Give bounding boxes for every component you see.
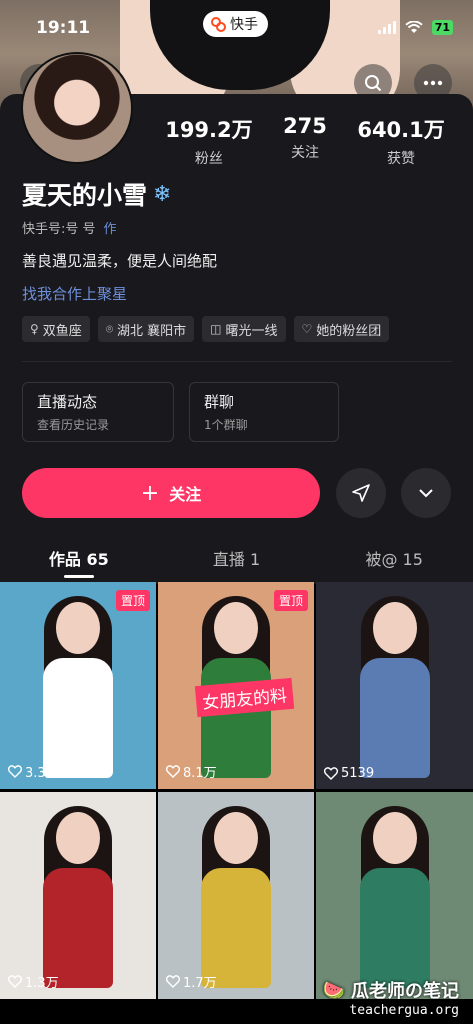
- thumbnail-image: [38, 596, 118, 789]
- heart-icon: [324, 767, 338, 780]
- divider: [22, 361, 452, 362]
- kuaishou-logo-icon: [211, 17, 226, 32]
- thumbnail-image: [196, 806, 276, 999]
- card-subtitle: 查看历史记录: [37, 418, 110, 432]
- like-count-text: 3.3万: [25, 766, 59, 781]
- stat-label: 获赞: [387, 151, 416, 167]
- video-thumbnail[interactable]: 置顶 女朋友的料 8.1万: [158, 582, 314, 789]
- like-count: 1.7万: [166, 972, 217, 991]
- stat-value: 275: [283, 114, 327, 138]
- share-button[interactable]: [336, 468, 386, 518]
- tag-label: 双鱼座: [42, 323, 82, 339]
- profile-bio: 善良遇见温柔，便是人间绝配: [22, 252, 218, 270]
- location-icon: ⌾: [105, 321, 114, 336]
- thumbnail-image: [355, 596, 435, 789]
- tab-live[interactable]: 直播 1: [158, 540, 316, 580]
- stat-following[interactable]: 275 关注: [283, 114, 327, 168]
- tag-label: 她的粉丝团: [316, 323, 382, 339]
- signal-icon: [377, 21, 396, 34]
- watermark-url: teachergua.org: [349, 1003, 459, 1018]
- profile-stats: 199.2万 粉丝 275 关注 640.1万 获赞: [150, 114, 460, 168]
- stat-label: 粉丝: [194, 151, 223, 167]
- expand-button[interactable]: [401, 468, 451, 518]
- video-thumbnail[interactable]: 1.3万: [0, 792, 156, 999]
- dawn-icon: ◫: [210, 322, 222, 336]
- snowflake-icon: ❄: [153, 181, 172, 207]
- heart-icon: [8, 975, 22, 988]
- watermark: 🍉 瓜老师の笔记 teachergua.org: [322, 977, 459, 1019]
- like-count-text: 8.1万: [183, 766, 217, 781]
- tag-zodiac[interactable]: ♀ 双鱼座: [22, 316, 90, 342]
- kuaishou-id: 快手号:号 号作: [22, 218, 117, 237]
- cooperation-link[interactable]: 找我合作上聚星: [22, 283, 127, 304]
- like-count-text: 1.3万: [25, 976, 59, 991]
- tag-fan-group[interactable]: ♡ 她的粉丝团: [293, 316, 390, 342]
- heart-icon: [8, 765, 22, 778]
- content-tabs: 作品 65 直播 1 被@ 15: [0, 540, 473, 580]
- tab-works[interactable]: 作品 65: [0, 540, 158, 580]
- video-thumbnail[interactable]: 置顶 3.3万: [0, 582, 156, 789]
- chevron-down-icon: [419, 489, 433, 498]
- avatar[interactable]: [21, 52, 133, 164]
- wifi-icon: [405, 21, 423, 33]
- like-count: 1.3万: [8, 972, 59, 991]
- like-count: 3.3万: [8, 762, 59, 781]
- video-thumbnail[interactable]: 1.7万: [158, 792, 314, 999]
- status-time: 19:11: [36, 18, 91, 38]
- like-count-text: 1.7万: [183, 976, 217, 991]
- video-thumbnail[interactable]: [316, 792, 473, 999]
- like-count: 8.1万: [166, 762, 217, 781]
- card-title: 直播动态: [37, 393, 98, 411]
- stat-likes[interactable]: 640.1万 获赞: [357, 114, 444, 168]
- like-count-text: 5139: [341, 766, 375, 781]
- video-grid: 置顶 3.3万 置顶 女朋友的料 8.1万 5139 1.3万 1.7万: [0, 582, 473, 999]
- battery-indicator: 71: [431, 20, 453, 35]
- follow-label: 关注: [169, 485, 202, 504]
- search-icon: [365, 75, 382, 92]
- thumbnail-image: [38, 806, 118, 999]
- tag-label: 湖北 襄阳市: [117, 323, 187, 339]
- stat-label: 关注: [290, 145, 319, 161]
- heart-icon: [166, 975, 180, 988]
- follow-button[interactable]: + 关注: [22, 468, 320, 518]
- more-dots-icon: [423, 80, 443, 86]
- app-name: 快手: [230, 17, 258, 33]
- live-history-card[interactable]: 直播动态 查看历史记录: [22, 382, 174, 442]
- profile-tags: ♀ 双鱼座 ⌾ 湖北 襄阳市 ◫ 曙光一线 ♡ 她的粉丝团: [22, 316, 390, 342]
- pinned-badge: 置顶: [273, 590, 308, 611]
- tag-dawn[interactable]: ◫ 曙光一线: [202, 316, 286, 342]
- stat-value: 640.1万: [357, 118, 445, 142]
- tab-mentions[interactable]: 被@ 15: [315, 540, 473, 580]
- like-count: 5139: [324, 766, 374, 781]
- plus-icon: +: [140, 480, 160, 506]
- app-indicator[interactable]: 快手: [203, 11, 268, 37]
- fan-group-icon: ♡: [301, 322, 313, 336]
- card-subtitle: 1个群聊: [204, 418, 248, 432]
- profile-name: 夏天的小雪 ❄: [22, 176, 171, 212]
- tag-label: 曙光一线: [225, 323, 278, 339]
- gender-icon: ♀: [30, 322, 39, 336]
- kuaishou-id-suffix[interactable]: 作: [104, 222, 117, 237]
- kuaishou-id-text: 快手号:号 号: [22, 222, 96, 237]
- stat-value: 199.2万: [165, 118, 253, 142]
- card-title: 群聊: [204, 393, 235, 411]
- watermark-title: 瓜老师の笔记: [351, 981, 459, 1002]
- profile-name-text: 夏天的小雪: [22, 181, 148, 210]
- video-thumbnail[interactable]: 5139: [316, 582, 473, 789]
- tag-location[interactable]: ⌾ 湖北 襄阳市: [97, 316, 195, 342]
- heart-icon: [166, 765, 180, 778]
- watermelon-icon: 🍉: [322, 979, 345, 1001]
- thumbnail-image: [355, 806, 435, 999]
- stat-fans[interactable]: 199.2万 粉丝: [165, 114, 252, 168]
- pinned-badge: 置顶: [115, 590, 150, 611]
- group-chat-card[interactable]: 群聊 1个群聊: [189, 382, 339, 442]
- send-icon: [352, 484, 370, 502]
- status-bar: 19:11 快手 71: [0, 0, 473, 44]
